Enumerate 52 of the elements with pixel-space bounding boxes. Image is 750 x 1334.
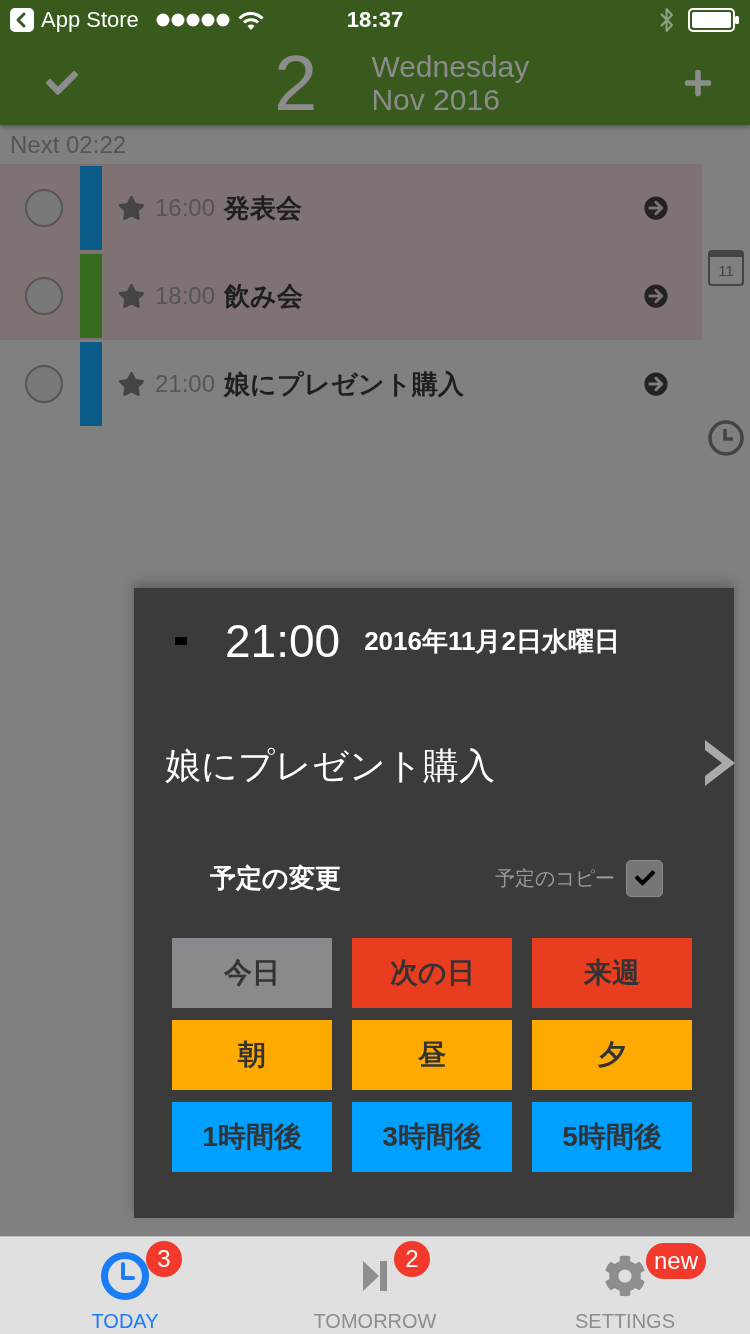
arrow-right-icon[interactable] [644,196,668,220]
star-icon[interactable] [118,283,145,309]
arrow-right-icon[interactable] [644,372,668,396]
clock-icon [101,1252,149,1300]
chevron-right-icon[interactable] [705,740,735,786]
reschedule-button[interactable]: 夕 [532,1020,692,1090]
arrow-right-icon[interactable] [644,284,668,308]
battery-icon [688,8,740,32]
dash-icon [175,637,187,645]
day-number: 2 [274,43,318,122]
reschedule-button[interactable]: 次の日 [352,938,512,1008]
reschedule-button[interactable]: 昼 [352,1020,512,1090]
check-icon [633,868,656,888]
reschedule-button[interactable]: 朝 [172,1020,332,1090]
tab-button[interactable]: new SETTINGS [500,1237,750,1334]
done-checkbox[interactable] [25,365,63,403]
status-time: 18:37 [346,9,404,31]
popup-date: 2016年11月2日水曜日 [364,628,620,654]
copy-checkbox[interactable] [626,859,663,897]
event-title: 娘にプレゼント購入 [224,371,465,397]
back-label[interactable]: App Store [41,9,139,31]
settings-icon [604,1255,646,1297]
clock-icon[interactable] [708,420,744,456]
reschedule-button[interactable]: 今日 [172,938,332,1008]
change-schedule-label: 予定の変更 [210,865,341,891]
notification-badge: 2 [394,1241,430,1277]
reschedule-button[interactable]: 3時間後 [352,1102,512,1172]
reschedule-button[interactable]: 5時間後 [532,1102,692,1172]
reschedule-button[interactable]: 来週 [532,938,692,1008]
copy-schedule-label: 予定のコピー [495,868,615,888]
signal-icon [155,13,230,27]
notification-badge: 3 [146,1241,182,1277]
event-title: 発表会 [224,195,303,221]
popup-time: 21:00 [225,618,341,664]
done-checkbox[interactable] [25,189,63,227]
star-icon[interactable] [118,195,145,221]
month-year-label: Nov 2016 [371,82,500,116]
event-title: 飲み会 [224,283,304,309]
back-icon[interactable] [10,8,34,32]
tab-button[interactable]: 2 TOMORROW [250,1237,500,1334]
wifi-icon [237,10,264,30]
popup-title: 娘にプレゼント購入 [165,744,495,788]
bluetooth-icon [660,7,674,33]
skip-forward-icon [363,1261,387,1291]
reschedule-button[interactable]: 1時間後 [172,1102,332,1172]
weekday-label: Wednesday [371,49,530,83]
add-icon[interactable] [683,67,713,98]
calendar-icon[interactable]: 11 [708,250,744,286]
tab-button[interactable]: 3 TODAY [0,1237,250,1334]
done-checkbox[interactable] [25,277,63,315]
notification-badge: new [646,1243,707,1279]
star-icon[interactable] [118,371,145,397]
